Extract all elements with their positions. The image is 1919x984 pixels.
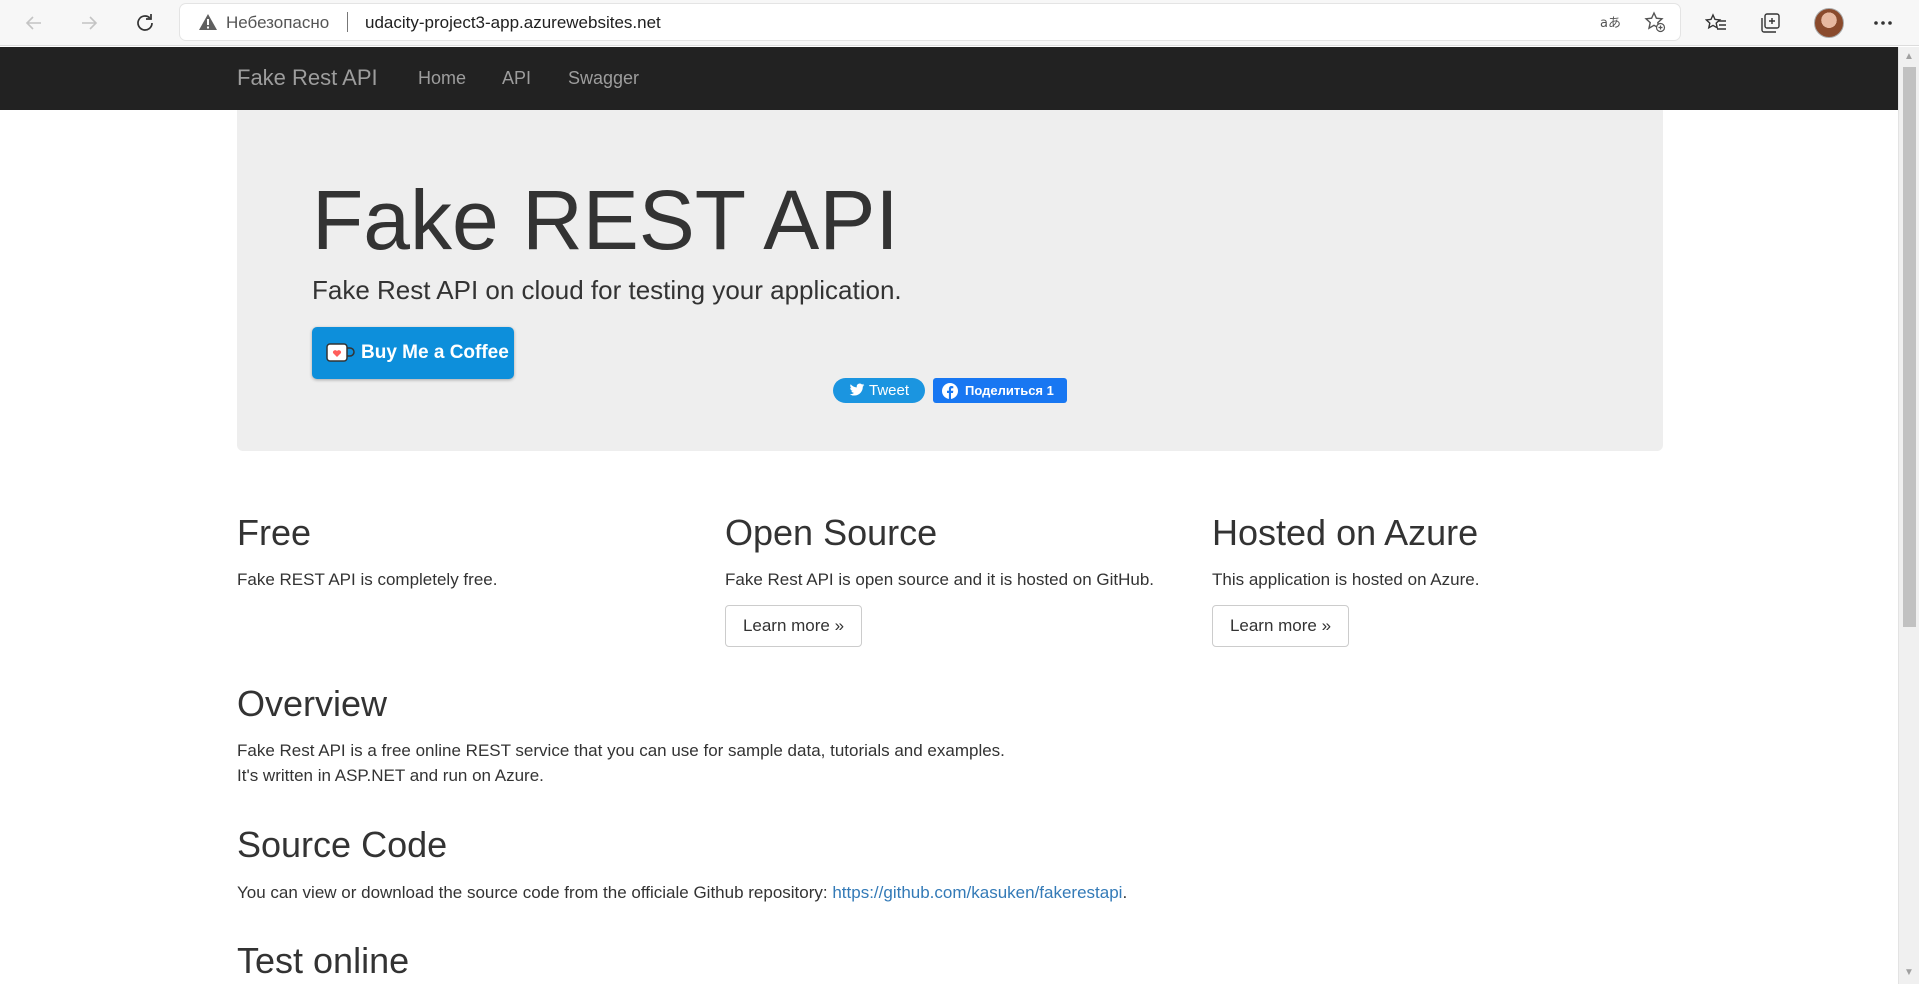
address-bar[interactable]: Небезопасно udacity-project3-app.azurewe… <box>180 4 1680 40</box>
hero-jumbotron: Fake REST API Fake Rest API on cloud for… <box>237 110 1663 451</box>
omnibox-divider <box>347 12 348 32</box>
hero-lead: Fake Rest API on cloud for testing your … <box>312 275 902 305</box>
reload-button[interactable] <box>128 6 162 40</box>
nav-link-swagger[interactable]: Swagger <box>568 68 639 89</box>
feature-title-free: Free <box>237 512 312 553</box>
facebook-share-button[interactable]: Поделиться 1 <box>933 378 1067 403</box>
feature-text-free: Fake REST API is completely free. <box>237 570 498 589</box>
twitter-bird-icon <box>849 383 865 396</box>
security-status[interactable]: Небезопасно <box>226 13 329 33</box>
back-button[interactable] <box>17 6 51 40</box>
hero-title: Fake REST API <box>312 173 899 267</box>
learn-more-open-source-button[interactable]: Learn more » <box>725 605 862 647</box>
scroll-down-icon[interactable]: ▼ <box>1904 967 1914 978</box>
navbar-brand[interactable]: Fake Rest API <box>237 65 378 91</box>
more-menu-icon[interactable] <box>1866 6 1900 40</box>
profile-avatar[interactable] <box>1814 8 1844 38</box>
overview-title: Overview <box>237 683 388 724</box>
learn-more-azure-button[interactable]: Learn more » <box>1212 605 1349 647</box>
test-online-title: Test online <box>237 940 410 981</box>
source-code-title: Source Code <box>237 824 448 865</box>
svg-text:aあ: aあ <box>1600 16 1621 31</box>
warning-icon <box>199 14 217 30</box>
scroll-thumb[interactable] <box>1903 67 1916 627</box>
favorites-icon[interactable] <box>1699 6 1733 40</box>
forward-button[interactable] <box>72 6 106 40</box>
arrow-right-icon <box>82 16 98 30</box>
url-text[interactable]: udacity-project3-app.azurewebsites.net <box>365 13 661 33</box>
browser-toolbar: Небезопасно udacity-project3-app.azurewe… <box>0 0 1919 46</box>
reload-icon <box>137 14 153 31</box>
overview-line-1: Fake Rest API is a free online REST serv… <box>237 741 1005 760</box>
collections-icon[interactable] <box>1753 6 1787 40</box>
coffee-button-label: Buy Me a Coffee <box>361 342 509 363</box>
source-code-description: You can view or download the source code… <box>237 883 833 902</box>
buy-me-a-coffee-button[interactable]: Buy Me a Coffee <box>312 327 514 379</box>
feature-title-azure: Hosted on Azure <box>1212 512 1479 553</box>
source-code-text: You can view or download the source code… <box>237 880 1127 905</box>
facebook-share-label: Поделиться 1 <box>965 383 1054 398</box>
overview-line-2: It's written in ASP.NET and run on Azure… <box>237 766 544 785</box>
site-navbar: Fake Rest API Home API Swagger <box>0 47 1898 110</box>
nav-link-api[interactable]: API <box>502 68 531 89</box>
arrow-left-icon <box>25 16 41 30</box>
favorite-add-icon[interactable] <box>1643 10 1667 34</box>
facebook-icon <box>942 383 958 399</box>
read-aloud-icon[interactable]: aあ <box>1598 10 1622 34</box>
source-code-period: . <box>1122 883 1128 902</box>
coffee-cup-icon <box>326 343 355 362</box>
tweet-button[interactable]: Tweet <box>833 378 925 403</box>
feature-text-open-source: Fake Rest API is open source and it is h… <box>725 570 1155 589</box>
page-scrollbar[interactable]: ▲ ▼ <box>1898 47 1919 984</box>
github-repo-link[interactable]: https://github.com/kasuken/fakerestapi <box>832 883 1122 902</box>
nav-link-home[interactable]: Home <box>418 68 466 89</box>
scroll-up-icon[interactable]: ▲ <box>1904 51 1914 62</box>
feature-text-azure: This application is hosted on Azure. <box>1212 570 1480 589</box>
feature-title-open-source: Open Source <box>725 512 938 553</box>
tweet-label: Tweet <box>869 382 910 399</box>
